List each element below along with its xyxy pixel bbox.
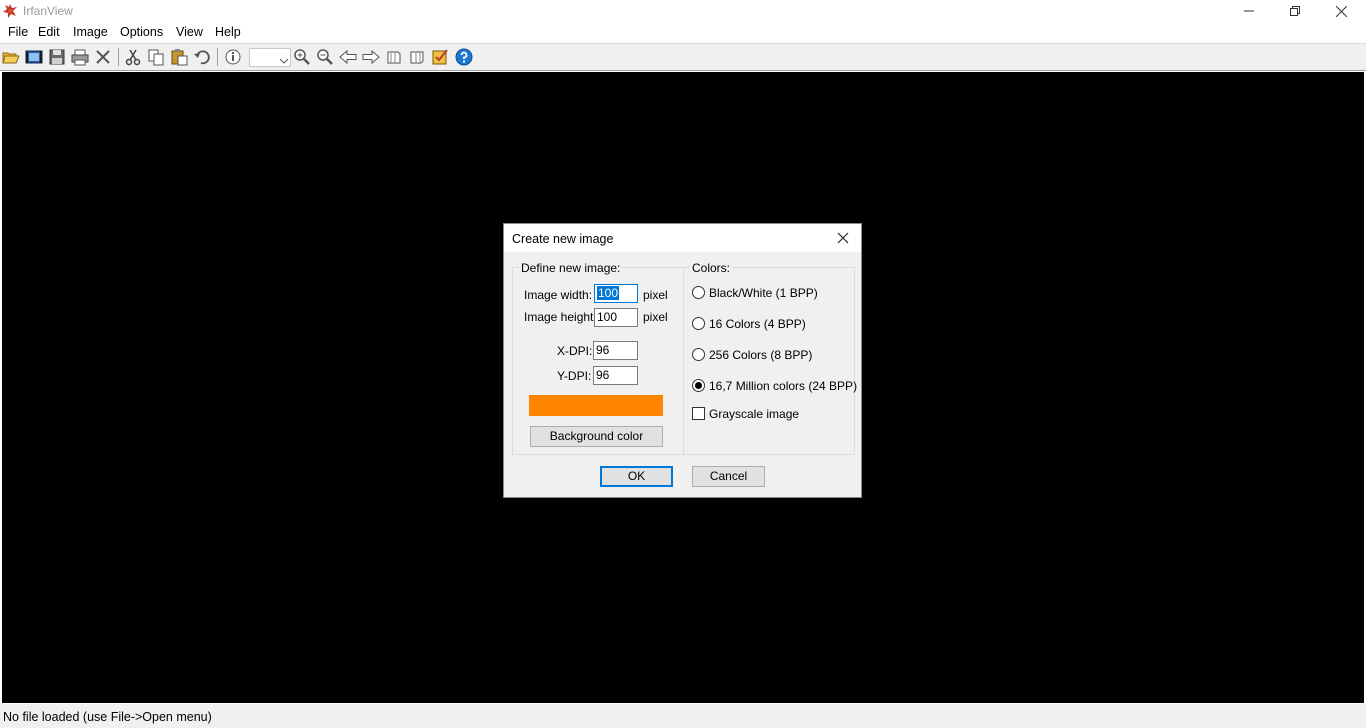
previous-icon[interactable] <box>339 48 357 66</box>
option-bw-label[interactable]: Black/White (1 BPP) <box>709 286 818 300</box>
print-icon[interactable] <box>71 48 89 66</box>
help-icon[interactable] <box>455 48 473 66</box>
status-bar: No file loaded (use File->Open menu) <box>0 704 1366 728</box>
grayscale-label[interactable]: Grayscale image <box>709 407 799 421</box>
ydpi-label: Y-DPI: <box>557 369 592 383</box>
chevron-down-icon <box>279 53 289 67</box>
xdpi-input[interactable]: 96 <box>593 341 638 360</box>
xdpi-value: 96 <box>596 343 610 357</box>
rotate-left-icon[interactable] <box>385 48 403 66</box>
height-unit: pixel <box>643 310 668 324</box>
zoom-in-icon[interactable] <box>293 48 311 66</box>
next-icon[interactable] <box>362 48 380 66</box>
status-text: No file loaded (use File->Open menu) <box>3 710 212 724</box>
width-unit: pixel <box>643 288 668 302</box>
save-icon[interactable] <box>48 48 66 66</box>
menu-help[interactable]: Help <box>215 25 241 39</box>
radio-bw[interactable] <box>692 286 705 299</box>
dialog-title-bar: Create new image <box>504 224 861 252</box>
delete-icon[interactable] <box>94 48 112 66</box>
width-input[interactable]: 100 <box>594 284 638 303</box>
toolbar-separator <box>118 48 119 66</box>
colors-group: Colors: Black/White (1 BPP) 16 Colors (4… <box>683 261 857 455</box>
menu-view[interactable]: View <box>176 25 203 39</box>
toolbar-separator <box>217 48 218 66</box>
window-title: IrfanView <box>23 4 73 18</box>
create-new-image-dialog: Create new image Define new image: Image… <box>503 223 862 498</box>
toolbar <box>0 44 1366 71</box>
irfanview-logo-icon <box>2 3 18 19</box>
radio-16-colors[interactable] <box>692 317 705 330</box>
zoom-out-icon[interactable] <box>316 48 334 66</box>
width-value: 100 <box>597 286 620 300</box>
background-color-swatch <box>529 395 663 416</box>
dialog-title: Create new image <box>512 232 614 246</box>
cancel-button[interactable]: Cancel <box>692 466 765 487</box>
slideshow-icon[interactable] <box>25 48 43 66</box>
radio-dot <box>695 382 702 389</box>
close-icon[interactable] <box>835 230 851 246</box>
cut-icon[interactable] <box>124 48 142 66</box>
undo-icon[interactable] <box>193 48 211 66</box>
minimize-button[interactable] <box>1226 0 1272 22</box>
option-24bpp-label[interactable]: 16,7 Million colors (24 BPP) <box>709 379 857 393</box>
radio-256-colors[interactable] <box>692 348 705 361</box>
ok-button[interactable]: OK <box>600 466 673 487</box>
colors-group-label: Colors: <box>690 261 733 275</box>
menu-options[interactable]: Options <box>120 25 163 39</box>
title-bar: IrfanView <box>0 0 1366 22</box>
radio-24bpp[interactable] <box>692 379 705 392</box>
define-group-label: Define new image: <box>519 261 623 275</box>
settings-icon[interactable] <box>431 48 449 66</box>
background-color-button[interactable]: Background color <box>530 426 663 447</box>
restore-button[interactable] <box>1272 0 1318 22</box>
height-label: Image height: <box>524 310 597 324</box>
menu-edit[interactable]: Edit <box>38 25 60 39</box>
menu-image[interactable]: Image <box>73 25 108 39</box>
ydpi-value: 96 <box>596 368 610 382</box>
xdpi-label: X-DPI: <box>557 344 593 358</box>
info-icon[interactable] <box>224 48 242 66</box>
grayscale-checkbox[interactable] <box>692 407 705 420</box>
menu-file[interactable]: File <box>8 25 28 39</box>
height-value: 100 <box>597 310 618 324</box>
zoom-combo[interactable] <box>249 48 291 67</box>
menu-bar: File Edit Image Options View Help <box>0 22 1366 44</box>
rotate-right-icon[interactable] <box>408 48 426 66</box>
width-label: Image width: <box>524 288 593 302</box>
copy-icon[interactable] <box>147 48 165 66</box>
height-input[interactable]: 100 <box>594 308 638 327</box>
open-folder-icon[interactable] <box>2 48 20 66</box>
option-256-colors-label[interactable]: 256 Colors (8 BPP) <box>709 348 812 362</box>
paste-icon[interactable] <box>170 48 188 66</box>
option-16-colors-label[interactable]: 16 Colors (4 BPP) <box>709 317 806 331</box>
close-window-button[interactable] <box>1318 0 1364 22</box>
ydpi-input[interactable]: 96 <box>593 366 638 385</box>
